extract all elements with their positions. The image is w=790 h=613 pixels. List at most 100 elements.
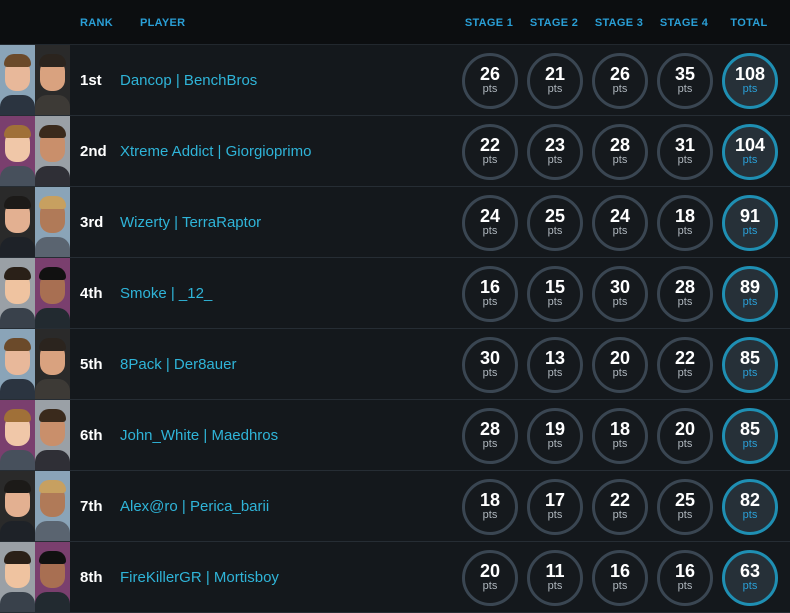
stage-2-score: 19 pts	[527, 408, 583, 464]
player-name-link[interactable]: Wizerty | TerraRaptor	[120, 214, 261, 231]
score-value: 21	[544, 64, 566, 84]
player-name-link[interactable]: John_White | Maedhros	[120, 427, 278, 444]
score-value: 25	[674, 490, 696, 510]
stage-2-score: 13 pts	[527, 337, 583, 393]
stage-4-score: 35 pts	[657, 53, 713, 109]
player-photo-left	[0, 542, 35, 612]
stage-1-score: 24 pts	[462, 195, 518, 251]
player-avatars	[0, 187, 70, 257]
stage-3-score: 22 pts	[592, 479, 648, 535]
rank-label: 1st	[80, 72, 102, 89]
total-score: 108 pts	[722, 53, 778, 109]
table-row[interactable]: 3rd Wizerty | TerraRaptor 24 pts 25 pts 24 pts 1…	[0, 187, 790, 258]
stage-1-score: 20 pts	[462, 550, 518, 606]
stage-2-score: 17 pts	[527, 479, 583, 535]
header-rank: RANK	[80, 17, 113, 29]
player-name-link[interactable]: Alex@ro | Perica_barii	[120, 498, 269, 515]
player-avatars	[0, 329, 70, 399]
rank-label: 5th	[80, 356, 103, 373]
score-unit: pts	[612, 580, 628, 592]
player-name-link[interactable]: Smoke | _12_	[120, 285, 212, 302]
stage-4-score: 28 pts	[657, 266, 713, 322]
score-value: 28	[609, 135, 631, 155]
score-value: 13	[544, 348, 566, 368]
player-name-link[interactable]: FireKillerGR | Mortisboy	[120, 569, 279, 586]
score-unit: pts	[677, 296, 693, 308]
player-name-link[interactable]: Xtreme Addict | Giorgioprimo	[120, 143, 311, 160]
score-unit: pts	[482, 438, 498, 450]
stage-4-score: 16 pts	[657, 550, 713, 606]
table-row[interactable]: 8th FireKillerGR | Mortisboy 20 pts 11 pts 16 p…	[0, 542, 790, 613]
stage-1-score: 26 pts	[462, 53, 518, 109]
score-value: 18	[609, 419, 631, 439]
rank-label: 7th	[80, 498, 103, 515]
score-value: 82	[739, 490, 761, 510]
stage-3-score: 30 pts	[592, 266, 648, 322]
stage-4-score: 20 pts	[657, 408, 713, 464]
score-unit: pts	[742, 438, 758, 450]
score-value: 26	[609, 64, 631, 84]
player-photo-right	[35, 329, 70, 399]
stage-1-score: 22 pts	[462, 124, 518, 180]
score-value: 16	[609, 561, 631, 581]
player-photo-left	[0, 400, 35, 470]
score-value: 104	[734, 135, 766, 155]
player-photo-left	[0, 471, 35, 541]
player-photo-left	[0, 258, 35, 328]
score-unit: pts	[547, 438, 563, 450]
stage-4-score: 18 pts	[657, 195, 713, 251]
header-stage-1: STAGE 1	[464, 17, 514, 29]
rank-label: 8th	[80, 569, 103, 586]
player-avatars	[0, 116, 70, 186]
table-row[interactable]: 6th John_White | Maedhros 28 pts 19 pts 18 pts 2…	[0, 400, 790, 471]
total-score: 85 pts	[722, 337, 778, 393]
total-score: 85 pts	[722, 408, 778, 464]
stage-3-score: 20 pts	[592, 337, 648, 393]
player-photo-left	[0, 45, 35, 115]
score-unit: pts	[742, 225, 758, 237]
score-unit: pts	[677, 225, 693, 237]
table-row[interactable]: 1st Dancop | BenchBros 26 pts 21 pts 26 pts 35 pt…	[0, 45, 790, 116]
stage-3-score: 28 pts	[592, 124, 648, 180]
score-value: 25	[544, 206, 566, 226]
score-value: 22	[609, 490, 631, 510]
table-header: RANK PLAYER STAGE 1 STAGE 2 STAGE 3 STAG…	[0, 0, 790, 45]
score-value: 17	[544, 490, 566, 510]
table-row[interactable]: 2nd Xtreme Addict | Giorgioprimo 22 pts 23 pt…	[0, 116, 790, 187]
score-unit: pts	[612, 367, 628, 379]
score-value: 20	[479, 561, 501, 581]
score-value: 11	[545, 561, 565, 581]
score-unit: pts	[742, 154, 758, 166]
score-unit: pts	[677, 83, 693, 95]
player-name-link[interactable]: 8Pack | Der8auer	[120, 356, 236, 373]
score-value: 16	[674, 561, 696, 581]
header-stage-3: STAGE 3	[594, 17, 644, 29]
score-unit: pts	[547, 580, 563, 592]
score-value: 26	[479, 64, 501, 84]
table-row[interactable]: 7th Alex@ro | Perica_barii 18 pts 17 pts 22 pts…	[0, 471, 790, 542]
stage-2-score: 23 pts	[527, 124, 583, 180]
score-unit: pts	[482, 154, 498, 166]
score-value: 108	[734, 64, 766, 84]
stage-2-score: 25 pts	[527, 195, 583, 251]
header-stage-4: STAGE 4	[659, 17, 709, 29]
player-photo-right	[35, 45, 70, 115]
stage-3-score: 26 pts	[592, 53, 648, 109]
table-row[interactable]: 5th 8Pack | Der8auer 30 pts 13 pts 20 pts 22 pts 8…	[0, 329, 790, 400]
rank-label: 3rd	[80, 214, 104, 231]
stage-4-score: 25 pts	[657, 479, 713, 535]
score-unit: pts	[547, 154, 563, 166]
score-value: 91	[739, 206, 761, 226]
score-unit: pts	[742, 580, 758, 592]
score-unit: pts	[677, 438, 693, 450]
score-unit: pts	[482, 367, 498, 379]
score-value: 28	[479, 419, 501, 439]
score-value: 85	[739, 419, 761, 439]
table-row[interactable]: 4th Smoke | _12_ 16 pts 15 pts 30 pts 28 pts 89 pts	[0, 258, 790, 329]
score-unit: pts	[547, 83, 563, 95]
score-value: 85	[739, 348, 761, 368]
score-value: 28	[674, 277, 696, 297]
header-total: TOTAL	[730, 17, 768, 29]
player-name-link[interactable]: Dancop | BenchBros	[120, 72, 257, 89]
score-value: 15	[544, 277, 566, 297]
